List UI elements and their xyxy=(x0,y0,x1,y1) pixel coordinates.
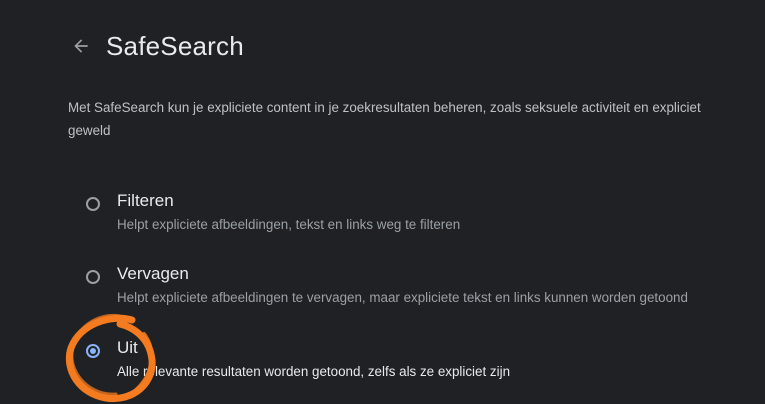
option-filteren[interactable]: Filteren Helpt expliciete afbeeldingen, … xyxy=(84,191,744,239)
page-title: SafeSearch xyxy=(106,30,244,61)
radio-vervagen[interactable] xyxy=(86,270,100,284)
back-button[interactable] xyxy=(66,31,96,61)
option-uit[interactable]: Uit Alle relevante resultaten worden get… xyxy=(84,338,744,386)
radio-filteren[interactable] xyxy=(86,197,100,211)
option-description: Helpt expliciete afbeeldingen te vervage… xyxy=(117,290,688,305)
option-label: Vervagen xyxy=(117,264,189,283)
page-description: Met SafeSearch kun je expliciete content… xyxy=(68,100,701,138)
option-label: Uit xyxy=(117,338,138,357)
radio-uit-selected[interactable] xyxy=(86,344,100,358)
option-label: Filteren xyxy=(117,191,174,210)
option-description: Alle relevante resultaten worden getoond… xyxy=(117,364,511,379)
option-description: Helpt expliciete afbeeldingen, tekst en … xyxy=(117,217,461,232)
page-header: SafeSearch xyxy=(66,28,244,64)
arrow-back-icon xyxy=(74,39,88,53)
option-vervagen[interactable]: Vervagen Helpt expliciete afbeeldingen t… xyxy=(84,264,744,312)
